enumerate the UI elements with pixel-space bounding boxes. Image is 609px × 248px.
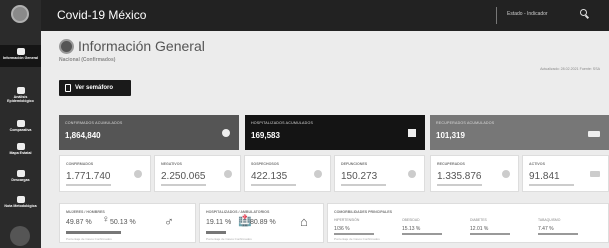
comorb-bar	[470, 233, 510, 235]
card-sexo: MUJERES / HOMBRES 49.87 % ♀ 50.13 % ♂ Po…	[59, 203, 196, 243]
bed-icon	[588, 131, 600, 137]
card-confirmados: CONFIRMADOS 1.771.740	[59, 155, 151, 192]
house-icon: ⌂	[300, 214, 308, 229]
card-hospitalizados-acumulados: HOSPITALIZADOS ACUMULADOS 169,583	[245, 115, 425, 150]
sidebar-item-mapa[interactable]: Mapa Estatal	[0, 143, 41, 155]
virus-icon	[222, 129, 230, 137]
analysis-icon	[16, 87, 25, 94]
progress-bar	[161, 184, 206, 186]
topbar: Covid-19 México Estado - Indicador	[41, 0, 609, 31]
male-pct: 50.13 %	[110, 219, 136, 226]
progress-bar	[341, 184, 386, 186]
female-pct: 49.87 %	[66, 219, 92, 226]
info-icon	[16, 48, 25, 55]
sidebar: Información General Análisis Epidemiológ…	[0, 0, 41, 248]
semaforo-button[interactable]: Ver semáforo	[59, 80, 131, 96]
sexo-bar	[66, 231, 121, 234]
hosp-bar	[206, 231, 226, 234]
virus-icon	[134, 170, 142, 178]
collapse-button[interactable]	[10, 226, 30, 246]
person-icon	[408, 170, 416, 178]
card-hospitalizacion: HOSPITALIZADOS / AMBULATORIOS 19.11 % 🏥 …	[199, 203, 324, 243]
compare-icon	[16, 120, 25, 127]
person-icon	[408, 129, 416, 137]
hosp-pct: 19.11 %	[206, 219, 232, 226]
sidebar-item-descargas[interactable]: Descargas	[0, 170, 41, 182]
sidebar-item-comparativa[interactable]: Comparativa	[0, 120, 41, 132]
progress-bar	[66, 184, 111, 186]
bed-icon	[590, 171, 600, 177]
person-icon	[502, 170, 510, 178]
comorb-bar	[334, 233, 374, 235]
amb-pct: 80.89 %	[250, 219, 276, 226]
download-icon	[16, 170, 25, 177]
logo	[11, 5, 29, 23]
card-recuperados: RECUPERADOS 1.335.876	[430, 155, 519, 192]
sidebar-item-informacion[interactable]: Información General	[0, 45, 41, 67]
divider	[496, 7, 497, 24]
card-activos: ACTIVOS 91.841	[522, 155, 609, 192]
sidebar-item-analisis[interactable]: Análisis Epidemiológico	[0, 87, 41, 104]
comorb-bar	[538, 233, 578, 235]
question-icon	[314, 170, 322, 178]
note-icon	[16, 196, 25, 203]
sidebar-item-nota[interactable]: Nota Metodológica	[0, 196, 41, 208]
search-icon[interactable]	[580, 9, 587, 16]
search-input[interactable]: Estado - Indicador	[507, 11, 548, 17]
card-comorbilidades: COMORBILIDADES PRINCIPALES HIPERTENSIÓN …	[327, 203, 609, 243]
female-icon: ♀	[102, 214, 110, 225]
progress-bar	[251, 184, 296, 186]
update-text: Actualizado: 28.02.2021 Fuente: SSA	[540, 67, 600, 71]
card-sospechosos: SOSPECHOSOS 422.135	[244, 155, 331, 192]
card-defunciones: DEFUNCIONES 150.273	[334, 155, 425, 192]
page-title: Información General	[78, 38, 205, 54]
card-confirmados-acumulados: CONFIRMADOS ACUMULADOS 1,864,840	[59, 115, 239, 150]
progress-bar	[437, 184, 482, 186]
male-icon: ♂	[164, 214, 174, 229]
globe-icon	[59, 39, 74, 54]
app-title: Covid-19 México	[57, 8, 147, 22]
card-recuperados-acumulados: RECUPERADOS ACUMULADOS 101,319	[430, 115, 609, 150]
traffic-light-icon	[65, 84, 71, 92]
minus-icon	[224, 170, 232, 178]
card-negativos: NEGATIVOS 2.250.065	[154, 155, 241, 192]
map-icon	[16, 143, 25, 150]
comorb-bar	[402, 233, 442, 235]
page-subtitle: Nacional (Confirmados)	[59, 57, 116, 63]
progress-bar	[529, 184, 574, 186]
